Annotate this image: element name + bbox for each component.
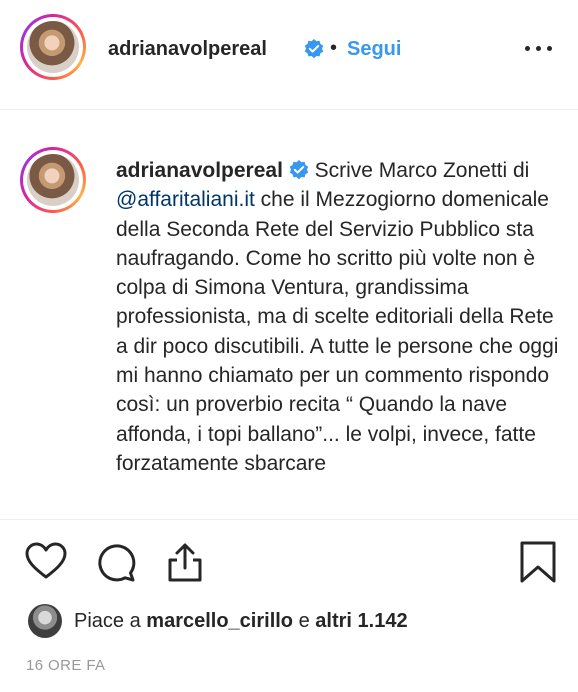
heart-icon[interactable] [24, 540, 68, 584]
author-avatar[interactable] [20, 14, 86, 80]
likes-summary: Piace a marcello_cirillo e altri 1.142 [0, 600, 578, 640]
caption-author-avatar[interactable] [20, 147, 86, 213]
separator-dot: • [330, 37, 338, 59]
post-caption: adrianavolpereal Scrive Marco Zonetti di… [116, 156, 570, 478]
caption-text-rest: che il Mezzogiorno domenicale della Seco… [116, 188, 559, 475]
comment-icon[interactable] [95, 540, 139, 584]
likes-text[interactable]: Piace a marcello_cirillo e altri 1.142 [74, 610, 408, 633]
likes-conjunction: e [298, 610, 310, 632]
share-icon[interactable] [163, 540, 207, 584]
more-options-icon[interactable] [525, 46, 553, 54]
follow-button[interactable]: Segui [347, 38, 401, 61]
post-timestamp: 16 ORE FA [26, 657, 106, 674]
caption-text-start: Scrive Marco Zonetti di [314, 159, 530, 182]
caption-username[interactable]: adrianavolpereal [116, 159, 283, 182]
verified-badge-icon [289, 160, 308, 180]
caption-mention-link[interactable]: @affaritaliani.it [116, 188, 255, 211]
likes-prefix: Piace a [74, 610, 141, 632]
post-header: adrianavolpereal • Segui [0, 0, 578, 110]
likes-others-count[interactable]: altri 1.142 [315, 610, 407, 632]
action-bar [0, 540, 578, 590]
author-username[interactable]: adrianavolpereal [108, 38, 267, 61]
liker-username[interactable]: marcello_cirillo [146, 610, 293, 632]
verified-badge-icon [304, 39, 324, 59]
caption-area[interactable]: adrianavolpereal Scrive Marco Zonetti di… [0, 110, 578, 520]
liker-avatar[interactable] [28, 604, 62, 638]
bookmark-icon[interactable] [516, 540, 560, 584]
